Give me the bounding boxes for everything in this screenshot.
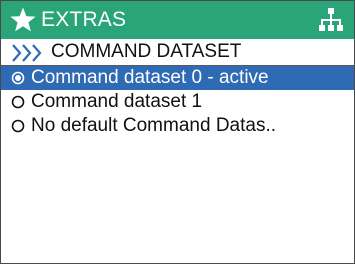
- triple-chevron-right-icon[interactable]: [11, 43, 47, 63]
- radio-unselected-icon[interactable]: [11, 95, 25, 109]
- dataset-option-list: Command dataset 0 - active Command datas…: [1, 66, 354, 138]
- screen-title: EXTRAS: [41, 8, 127, 31]
- option-label: No default Command Datas..: [31, 115, 277, 136]
- radio-selected-icon[interactable]: [11, 71, 25, 85]
- option-command-dataset-1[interactable]: Command dataset 1: [1, 90, 354, 114]
- option-label: Command dataset 1: [31, 91, 203, 112]
- breadcrumb-label: COMMAND DATASET: [51, 41, 242, 62]
- device-screen: EXTRAS COMMAND DATASET Command dataset 0…: [0, 0, 355, 264]
- radio-unselected-icon[interactable]: [11, 119, 25, 133]
- star-icon: [10, 7, 36, 32]
- option-no-default-dataset[interactable]: No default Command Datas..: [1, 114, 354, 138]
- breadcrumb: COMMAND DATASET: [1, 39, 354, 66]
- option-command-dataset-0[interactable]: Command dataset 0 - active: [1, 66, 354, 90]
- title-bar: EXTRAS: [1, 1, 354, 39]
- option-label: Command dataset 0 - active: [31, 67, 269, 88]
- network-icon[interactable]: [318, 7, 344, 33]
